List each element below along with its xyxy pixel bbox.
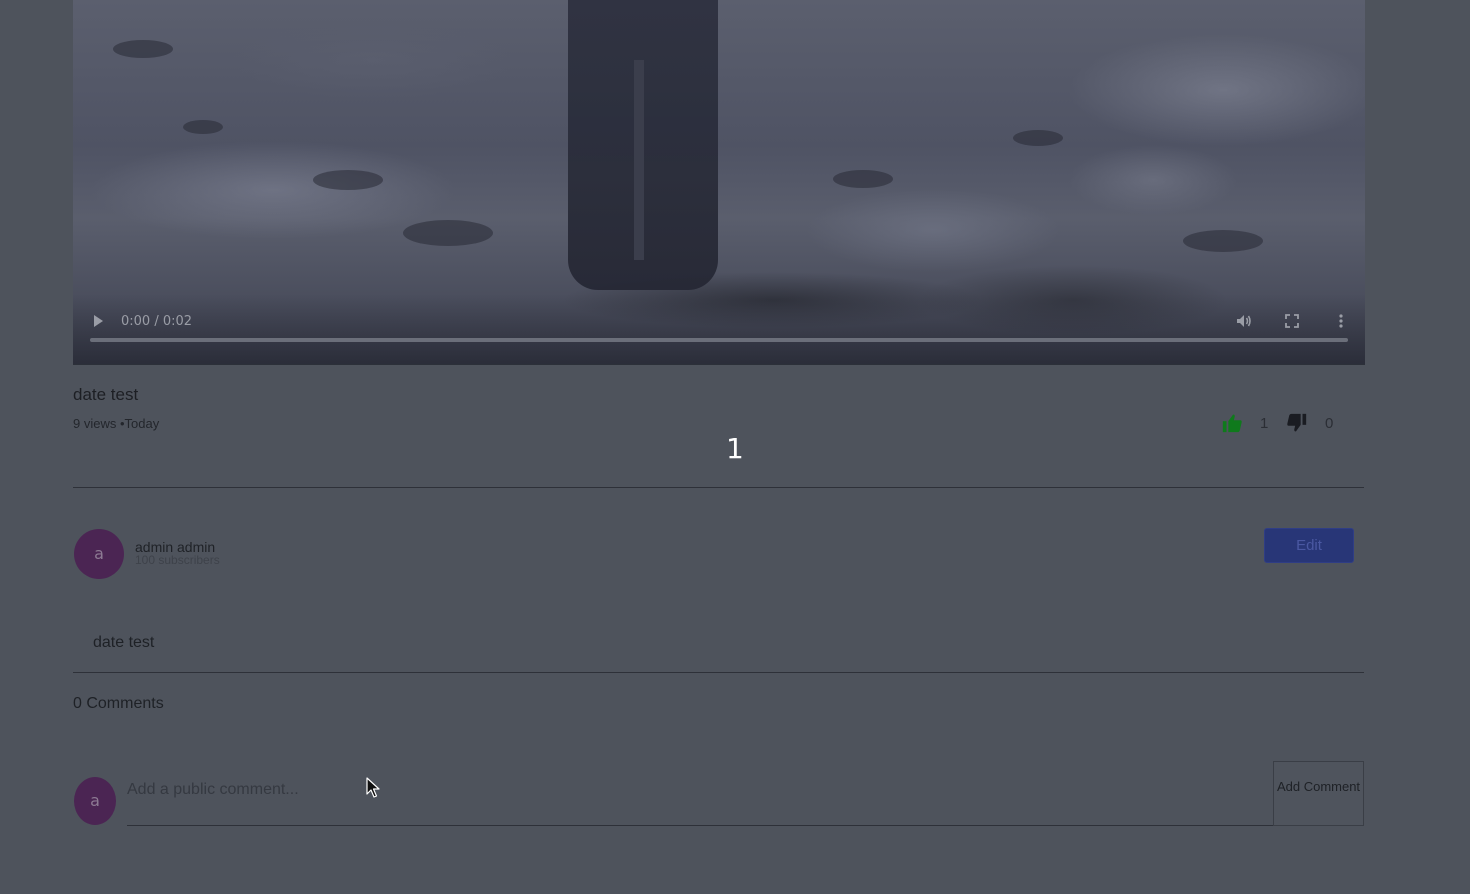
video-frame-texture (1183, 230, 1263, 252)
overlay-counter: 1 (726, 432, 744, 465)
thumbs-up-icon[interactable] (1221, 412, 1243, 434)
progress-bar[interactable] (90, 338, 1348, 342)
subscriber-count: 100 subscribers (135, 553, 220, 567)
video-frame-texture (313, 170, 383, 190)
mouse-cursor-icon (366, 777, 380, 799)
video-description: date test (93, 634, 155, 651)
edit-button[interactable]: Edit (1264, 528, 1354, 563)
watch-page: 0:00 / 0:02 date test 9 views •Today 1 1… (0, 0, 1470, 894)
user-avatar: a (74, 777, 116, 825)
fullscreen-icon[interactable] (1283, 312, 1301, 330)
time-display: 0:00 / 0:02 (121, 314, 193, 329)
channel-avatar[interactable]: a (74, 529, 124, 579)
video-frame-texture (403, 220, 493, 246)
comment-input-underline (127, 825, 1273, 826)
like-count: 1 (1260, 415, 1269, 432)
video-player[interactable]: 0:00 / 0:02 (73, 0, 1365, 365)
add-comment-button[interactable]: Add Comment (1273, 761, 1364, 826)
play-icon[interactable] (91, 314, 105, 328)
dislike-count: 0 (1325, 415, 1334, 432)
video-stats: 9 views •Today (73, 416, 160, 431)
video-title: date test (73, 385, 139, 404)
thumbs-down-icon[interactable] (1286, 412, 1308, 434)
comments-count: 0 Comments (73, 695, 164, 712)
video-frame-figure (568, 0, 718, 290)
more-vert-icon[interactable] (1332, 312, 1350, 330)
video-controls: 0:00 / 0:02 (73, 294, 1365, 364)
video-frame-texture (833, 170, 893, 188)
volume-icon[interactable] (1235, 312, 1253, 330)
video-frame-texture (1013, 130, 1063, 146)
comment-input[interactable] (127, 770, 1267, 810)
video-frame-texture (183, 120, 223, 134)
divider (73, 487, 1364, 488)
video-frame-texture (113, 40, 173, 58)
divider (73, 672, 1364, 673)
